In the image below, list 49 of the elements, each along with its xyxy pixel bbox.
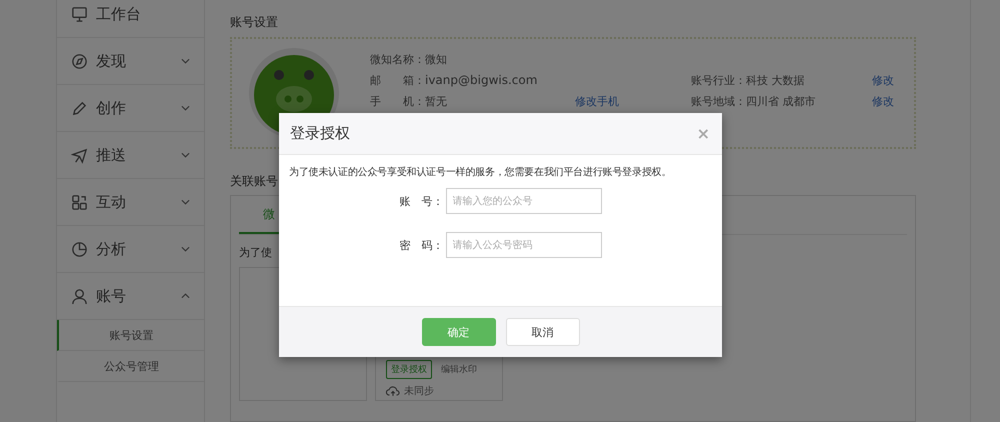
pie-chart-icon [71, 240, 88, 258]
field-value: 暂无 [425, 94, 448, 109]
confirm-button[interactable]: 确定 [422, 318, 496, 346]
field-value: 科技 大数据 [746, 72, 806, 88]
edit-phone-link[interactable]: 修改手机 [575, 94, 691, 109]
field-value: 四川省 成都市 [746, 94, 816, 109]
monitor-icon [71, 6, 88, 22]
field-label: 邮 箱： [370, 72, 425, 88]
pencil-icon [71, 100, 88, 116]
field-label: 账 号： [400, 194, 444, 208]
nav-item[interactable]: 发现 [57, 38, 204, 85]
compass-icon [71, 52, 88, 70]
cloud-upload-icon [386, 386, 400, 397]
nav-item[interactable]: 推送 [57, 132, 204, 179]
chevron-down-icon [181, 199, 190, 205]
dialog-title: 登录授权 [290, 124, 350, 143]
chevron-down-icon [181, 246, 190, 252]
nav-item[interactable]: 工作台 [57, 0, 204, 38]
dialog-description: 为了使未认证的公众号享受和认证号一样的服务，您需要在我们平台进行账号登录授权。 [289, 166, 672, 179]
grid-icon [71, 194, 88, 210]
sync-status: 未同步 [404, 384, 434, 398]
sub-nav-item[interactable]: 公众号管理 [57, 351, 204, 382]
field-value: 微知 [425, 52, 447, 67]
nav-item[interactable]: 分析 [57, 226, 204, 273]
nav-item[interactable]: 创作 [57, 85, 204, 132]
field-label: 账号地域： [691, 94, 746, 109]
user-icon [71, 288, 88, 304]
card-button[interactable]: 登录授权 [386, 360, 432, 380]
section-title: 账号设置 [230, 14, 278, 31]
nav-item[interactable]: 互动 [57, 179, 204, 226]
field-label: 账号行业： [691, 72, 746, 88]
chevron-down-icon [181, 105, 190, 111]
section-title: 关联账号 [230, 173, 278, 190]
input-field[interactable]: 请输入您的公众号 [446, 188, 602, 214]
chevron-down-icon [181, 152, 190, 158]
field-value: ivanp@bigwis.com [425, 73, 538, 88]
chevron-down-icon [181, 58, 190, 64]
field-label: 微知名称： [370, 52, 425, 67]
edit-link[interactable]: 修改 [872, 72, 894, 88]
field-label: 手 机： [370, 94, 425, 109]
nav-item[interactable]: 账号 [57, 273, 204, 320]
close-button[interactable]: × [696, 124, 710, 143]
note-text: 为了使 [239, 245, 272, 262]
chevron-up-icon [181, 293, 190, 299]
paper-plane-icon [71, 146, 88, 164]
field-label: 密 码： [400, 238, 444, 252]
input-field[interactable]: 请输入公众号密码 [446, 232, 602, 258]
cancel-button[interactable]: 取消 [506, 318, 580, 346]
edit-link[interactable]: 修改 [872, 94, 894, 109]
